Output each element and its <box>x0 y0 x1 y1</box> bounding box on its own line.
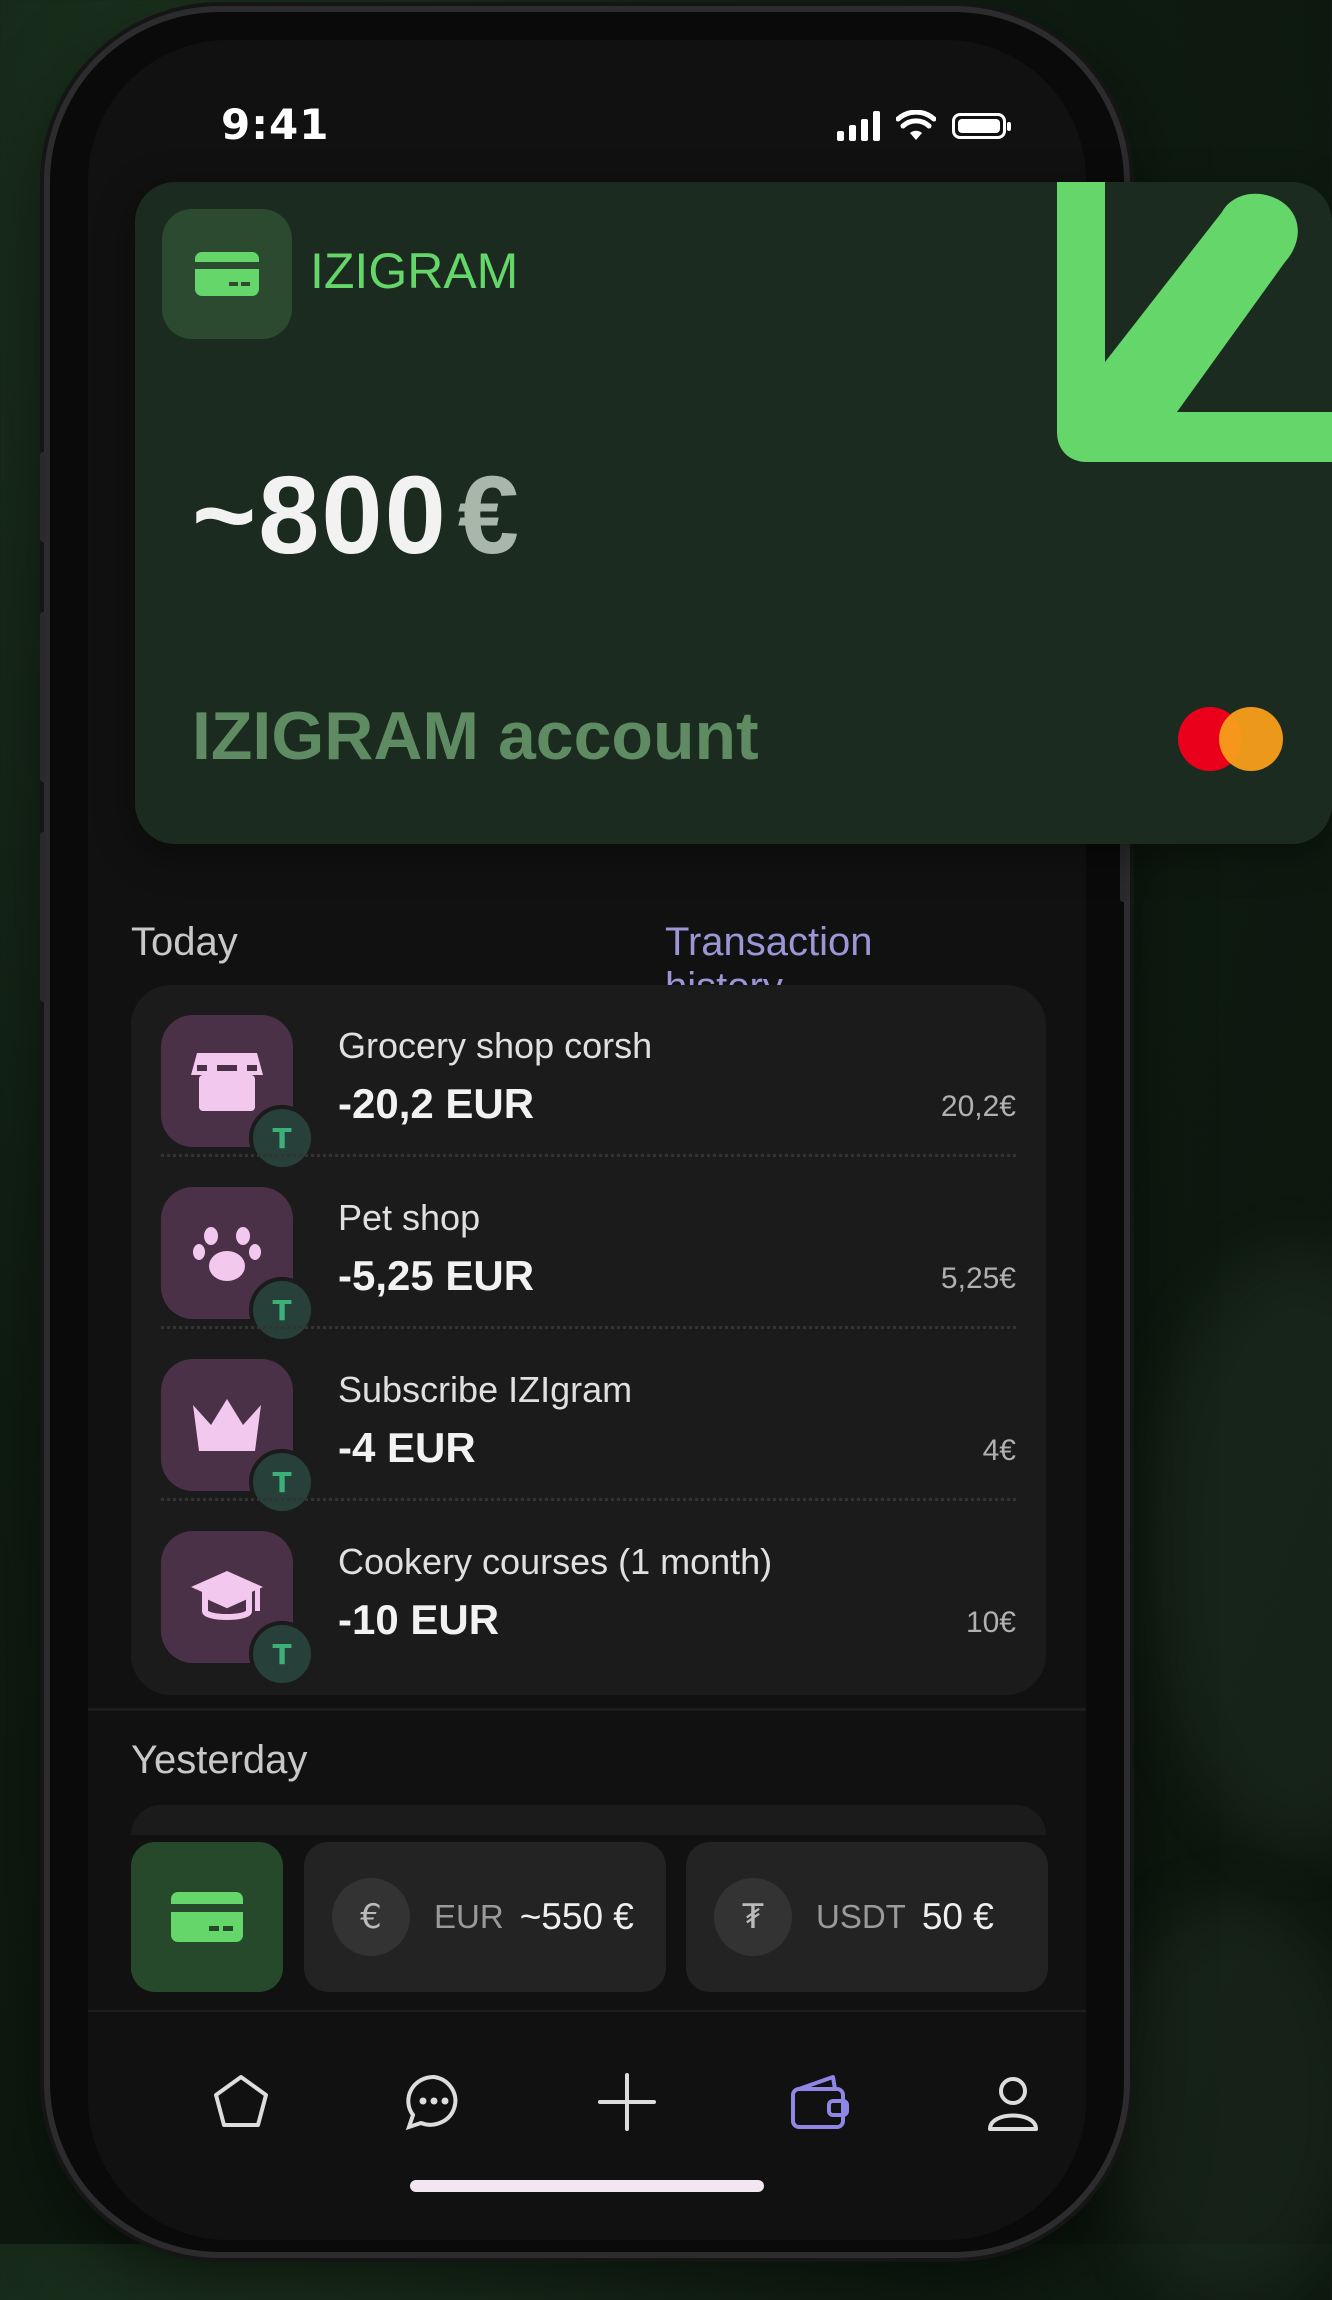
home-icon <box>214 2075 268 2127</box>
yesterday-label: Yesterday <box>131 1738 308 1782</box>
account-card[interactable]: IZIGRAM ~800€ IZIGRAM account <box>135 182 1332 844</box>
transaction-name: Cookery courses (1 month) <box>338 1541 773 1582</box>
transaction-row[interactable]: T Cookery courses (1 month) -10 EUR 10€ <box>131 1501 1046 1687</box>
transaction-row[interactable]: T Pet shop -5,25 EUR 5,25€ <box>131 1157 1046 1343</box>
transaction-amount: -10 EUR <box>338 1596 500 1643</box>
transaction-name: Subscribe IZIgram <box>338 1369 633 1410</box>
tether-coin-icon: ₮ <box>714 1878 792 1956</box>
tab-add[interactable] <box>587 2062 667 2142</box>
euro-coin-icon: € <box>332 1878 410 1956</box>
credit-card-icon <box>195 252 259 296</box>
transaction-row[interactable]: T Grocery shop corsh -20,2 EUR 20,2€ <box>131 985 1046 1171</box>
transaction-value: 10€ <box>965 1606 1016 1639</box>
accounts-row: € EUR ~550 € ₮ USDT 50 € <box>88 1842 1086 1992</box>
tab-wallet[interactable] <box>780 2062 860 2142</box>
status-bar: 9:41 <box>88 100 1086 160</box>
mastercard-logo <box>1178 707 1283 771</box>
yesterday-list-top <box>131 1805 1046 1835</box>
tether-badge-icon: T <box>249 1621 315 1687</box>
wallet-icon <box>791 2075 849 2129</box>
credit-card-icon <box>171 1892 243 1942</box>
balance-currency: € <box>457 454 521 577</box>
transaction-value: 4€ <box>982 1434 1016 1467</box>
card-icon-tile <box>162 209 292 339</box>
card-balance: ~800€ <box>192 452 521 579</box>
account-currency: USDT <box>816 1898 906 1935</box>
balance-amount: ~800 <box>192 454 448 577</box>
status-time: 9:41 <box>221 100 330 149</box>
account-currency: EUR <box>434 1898 504 1935</box>
transaction-amount: -5,25 EUR <box>338 1252 535 1299</box>
card-account-button[interactable] <box>131 1842 283 1992</box>
profile-icon <box>988 2077 1038 2131</box>
eur-account-pill[interactable]: € EUR ~550 € <box>304 1842 666 1992</box>
tab-profile[interactable] <box>973 2062 1053 2142</box>
account-value: 50 € <box>921 1896 994 1937</box>
card-brand-name: IZIGRAM <box>310 243 519 299</box>
account-label: IZIGRAM account <box>192 698 759 774</box>
transaction-amount: -20,2 EUR <box>338 1080 535 1127</box>
battery-icon <box>952 113 1011 139</box>
bottom-tab-bar <box>88 2010 1086 2202</box>
tab-chat[interactable] <box>394 2062 474 2142</box>
transaction-name: Pet shop <box>338 1197 481 1238</box>
today-transactions-list: T Grocery shop corsh -20,2 EUR 20,2€ T P… <box>131 985 1046 1695</box>
plus-icon <box>598 2073 656 2131</box>
izigram-logo-icon <box>1057 182 1332 462</box>
wifi-icon <box>896 110 936 140</box>
chat-icon <box>405 2074 458 2131</box>
cellular-signal-icon <box>837 111 880 141</box>
tab-home[interactable] <box>201 2062 281 2142</box>
transaction-value: 5,25€ <box>940 1262 1016 1295</box>
account-value: ~550 € <box>519 1896 634 1937</box>
home-indicator[interactable] <box>410 2180 764 2192</box>
today-label: Today <box>131 920 238 964</box>
usdt-account-pill[interactable]: ₮ USDT 50 € <box>686 1842 1048 1992</box>
transaction-amount: -4 EUR <box>338 1424 476 1471</box>
transaction-row[interactable]: T Subscribe IZIgram -4 EUR 4€ <box>131 1329 1046 1515</box>
transaction-name: Grocery shop corsh <box>338 1025 653 1066</box>
transaction-value: 20,2€ <box>940 1090 1016 1123</box>
